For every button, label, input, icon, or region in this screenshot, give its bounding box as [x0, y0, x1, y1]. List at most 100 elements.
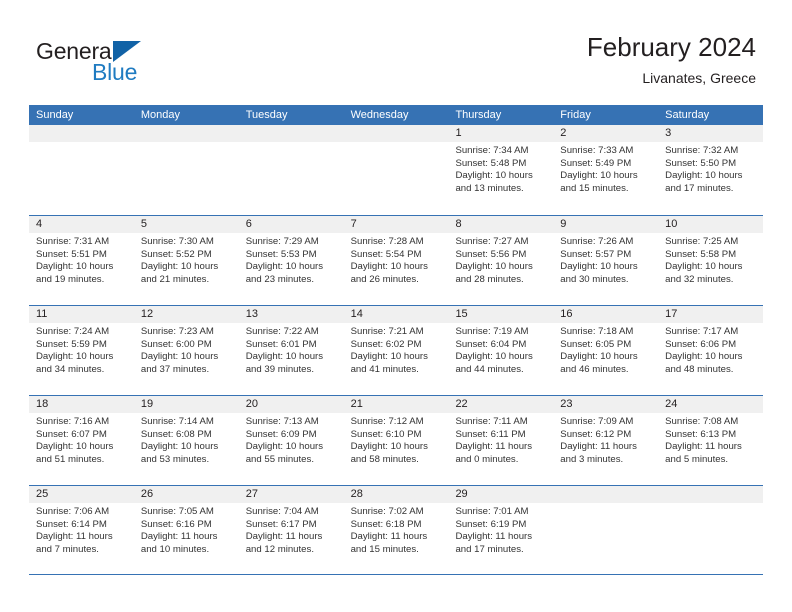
calendar-week-row: 1 Sunrise: 7:34 AM Sunset: 5:48 PM Daylight…	[29, 125, 764, 215]
calendar-day-cell[interactable]: 12 Sunrise: 7:23 AM Sunset: 6:00 PM Dayligh…	[133, 306, 239, 395]
calendar-day-cell-empty	[658, 486, 764, 574]
calendar-day-cell[interactable]: 11 Sunrise: 7:24 AM Sunset: 5:59 PM Dayligh…	[29, 306, 134, 395]
calendar-day-cell[interactable]: 8 Sunrise: 7:27 AM Sunset: 5:56 PM Daylight…	[448, 216, 554, 305]
calendar-day-cell[interactable]: 17 Sunrise: 7:17 AM Sunset: 6:06 PM Dayligh…	[658, 306, 764, 395]
date-band: 21	[343, 396, 449, 413]
daylight-text-line2: and 46 minutes.	[560, 363, 629, 375]
calendar-day-cell[interactable]: 5 Sunrise: 7:30 AM Sunset: 5:52 PM Daylight…	[133, 216, 239, 305]
daylight-text-line1: Daylight: 10 hours	[245, 441, 324, 453]
date-band: 8	[448, 216, 554, 233]
date-band: 7	[343, 216, 449, 233]
sunrise-text: Sunrise: 7:17 AM	[665, 326, 739, 337]
daylight-text-line1: Daylight: 10 hours	[455, 170, 533, 182]
daylight-text-line1: Daylight: 10 hours	[140, 261, 219, 273]
calendar-day-cell[interactable]: 3 Sunrise: 7:32 AM Sunset: 5:50 PM Daylight…	[658, 125, 764, 215]
calendar-day-cell[interactable]: 23 Sunrise: 7:09 AM Sunset: 6:12 PM Dayligh…	[553, 396, 659, 485]
date-band: 18	[29, 396, 134, 413]
daylight-text-line2: and 28 minutes.	[455, 273, 524, 285]
calendar-day-cell[interactable]: 19 Sunrise: 7:14 AM Sunset: 6:08 PM Dayligh…	[133, 396, 239, 485]
calendar-day-cell[interactable]: 6 Sunrise: 7:29 AM Sunset: 5:53 PM Daylight…	[238, 216, 344, 305]
sunset-text: Sunset: 6:10 PM	[350, 428, 422, 440]
day-details: Sunrise: 7:09 AM Sunset: 6:12 PM Daylight:…	[553, 413, 658, 466]
daylight-text-line1: Daylight: 10 hours	[350, 351, 428, 363]
calendar-day-cell[interactable]: 1 Sunrise: 7:34 AM Sunset: 5:48 PM Daylight…	[448, 125, 554, 215]
calendar-day-cell[interactable]: 29 Sunrise: 7:01 AM Sunset: 6:19 PM Dayligh…	[448, 486, 554, 574]
sunrise-text: Sunrise: 7:28 AM	[350, 236, 424, 247]
calendar-day-cell[interactable]: 25 Sunrise: 7:06 AM Sunset: 6:14 PM Dayligh…	[29, 486, 134, 574]
day-details: Sunrise: 7:08 AM Sunset: 6:13 PM Daylight:…	[658, 413, 763, 466]
daylight-text-line2: and 12 minutes.	[245, 543, 314, 555]
sunrise-text: Sunrise: 7:21 AM	[350, 326, 424, 337]
sunset-text: Sunset: 6:08 PM	[140, 428, 212, 440]
day-of-week-sunday: Sunday	[36, 109, 74, 121]
daylight-text-line2: and 51 minutes.	[36, 453, 105, 465]
day-details: Sunrise: 7:21 AM Sunset: 6:02 PM Daylight:…	[344, 323, 449, 376]
sunrise-text: Sunrise: 7:18 AM	[560, 326, 634, 337]
sunrise-text: Sunrise: 7:12 AM	[350, 416, 424, 427]
date-band: 15	[448, 306, 554, 323]
calendar-day-cell[interactable]: 28 Sunrise: 7:02 AM Sunset: 6:18 PM Dayligh…	[343, 486, 449, 574]
daylight-text-line1: Daylight: 10 hours	[245, 261, 324, 273]
calendar-day-cell[interactable]: 24 Sunrise: 7:08 AM Sunset: 6:13 PM Dayligh…	[658, 396, 764, 485]
calendar-day-cell[interactable]: 15 Sunrise: 7:19 AM Sunset: 6:04 PM Dayligh…	[448, 306, 554, 395]
sunset-text: Sunset: 5:56 PM	[455, 248, 527, 260]
date-number: 22	[455, 398, 468, 410]
calendar-day-cell[interactable]: 27 Sunrise: 7:04 AM Sunset: 6:17 PM Dayligh…	[238, 486, 344, 574]
calendar-day-cell[interactable]: 10 Sunrise: 7:25 AM Sunset: 5:58 PM Dayligh…	[658, 216, 764, 305]
date-number: 4	[36, 218, 43, 230]
calendar-day-cell[interactable]: 7 Sunrise: 7:28 AM Sunset: 5:54 PM Daylight…	[343, 216, 449, 305]
daylight-text-line1: Daylight: 10 hours	[36, 351, 114, 363]
daylight-text-line2: and 37 minutes.	[140, 363, 210, 375]
calendar-day-cell[interactable]: 21 Sunrise: 7:12 AM Sunset: 6:10 PM Dayligh…	[343, 396, 449, 485]
sunrise-text: Sunrise: 7:06 AM	[36, 506, 110, 517]
date-number: 1	[455, 127, 462, 139]
daylight-text-line1: Daylight: 10 hours	[36, 261, 114, 273]
sunset-text: Sunset: 6:05 PM	[560, 338, 632, 350]
day-of-week-header: Sunday Monday Tuesday Wednesday Thursday Frid…	[29, 105, 763, 125]
daylight-text-line1: Daylight: 11 hours	[665, 441, 742, 453]
calendar-day-cell[interactable]: 2 Sunrise: 7:33 AM Sunset: 5:49 PM Daylight…	[553, 125, 659, 215]
daylight-text-line2: and 58 minutes.	[350, 453, 419, 465]
calendar-day-cell[interactable]: 18 Sunrise: 7:16 AM Sunset: 6:07 PM Dayligh…	[29, 396, 134, 485]
sunrise-text: Sunrise: 7:29 AM	[245, 236, 319, 247]
daylight-text-line1: Daylight: 10 hours	[560, 170, 638, 182]
calendar-day-cell[interactable]: 26 Sunrise: 7:05 AM Sunset: 6:16 PM Dayligh…	[133, 486, 239, 574]
sunrise-text: Sunrise: 7:27 AM	[455, 236, 529, 247]
calendar-day-cell[interactable]: 20 Sunrise: 7:13 AM Sunset: 6:09 PM Dayligh…	[238, 396, 344, 485]
date-band	[343, 125, 449, 142]
sunset-text: Sunset: 6:18 PM	[350, 518, 422, 530]
sunset-text: Sunset: 6:11 PM	[455, 428, 526, 440]
calendar-day-cell[interactable]: 22 Sunrise: 7:11 AM Sunset: 6:11 PM Dayligh…	[448, 396, 554, 485]
daylight-text-line2: and 15 minutes.	[350, 543, 419, 555]
date-band	[238, 125, 344, 142]
date-band	[133, 125, 239, 142]
calendar-day-cell[interactable]: 13 Sunrise: 7:22 AM Sunset: 6:01 PM Dayligh…	[238, 306, 344, 395]
sunrise-text: Sunrise: 7:14 AM	[140, 416, 214, 427]
sunrise-text: Sunrise: 7:34 AM	[455, 145, 529, 156]
daylight-text-line1: Daylight: 11 hours	[36, 531, 113, 543]
daylight-text-line2: and 26 minutes.	[350, 273, 419, 285]
page-subtitle: Livanates, Greece	[642, 70, 756, 86]
daylight-text-line1: Daylight: 10 hours	[455, 261, 533, 273]
day-of-week-tuesday: Tuesday	[245, 109, 288, 121]
calendar-day-cell[interactable]: 16 Sunrise: 7:18 AM Sunset: 6:05 PM Dayligh…	[553, 306, 659, 395]
daylight-text-line1: Daylight: 11 hours	[350, 531, 428, 543]
calendar-day-cell[interactable]: 9 Sunrise: 7:26 AM Sunset: 5:57 PM Daylight…	[553, 216, 659, 305]
calendar-day-cell[interactable]: 4 Sunrise: 7:31 AM Sunset: 5:51 PM Daylight…	[29, 216, 134, 305]
sunrise-text: Sunrise: 7:33 AM	[560, 145, 634, 156]
day-of-week-saturday: Saturday	[665, 109, 710, 121]
sunset-text: Sunset: 6:01 PM	[245, 338, 317, 350]
date-band: 19	[133, 396, 239, 413]
daylight-text-line1: Daylight: 10 hours	[665, 261, 743, 273]
daylight-text-line1: Daylight: 10 hours	[36, 441, 114, 453]
page-header: General Blue February 2024 Livanates, Gr…	[0, 0, 792, 100]
calendar-day-cell[interactable]: 14 Sunrise: 7:21 AM Sunset: 6:02 PM Dayligh…	[343, 306, 449, 395]
daylight-text-line1: Daylight: 11 hours	[245, 531, 323, 543]
date-band	[658, 486, 764, 503]
daylight-text-line2: and 0 minutes.	[455, 453, 519, 465]
date-number: 24	[665, 398, 678, 410]
daylight-text-line2: and 55 minutes.	[245, 453, 314, 465]
date-band: 9	[553, 216, 659, 233]
brand-logo[interactable]: General Blue	[36, 38, 266, 94]
day-of-week-friday: Friday	[560, 109, 591, 121]
